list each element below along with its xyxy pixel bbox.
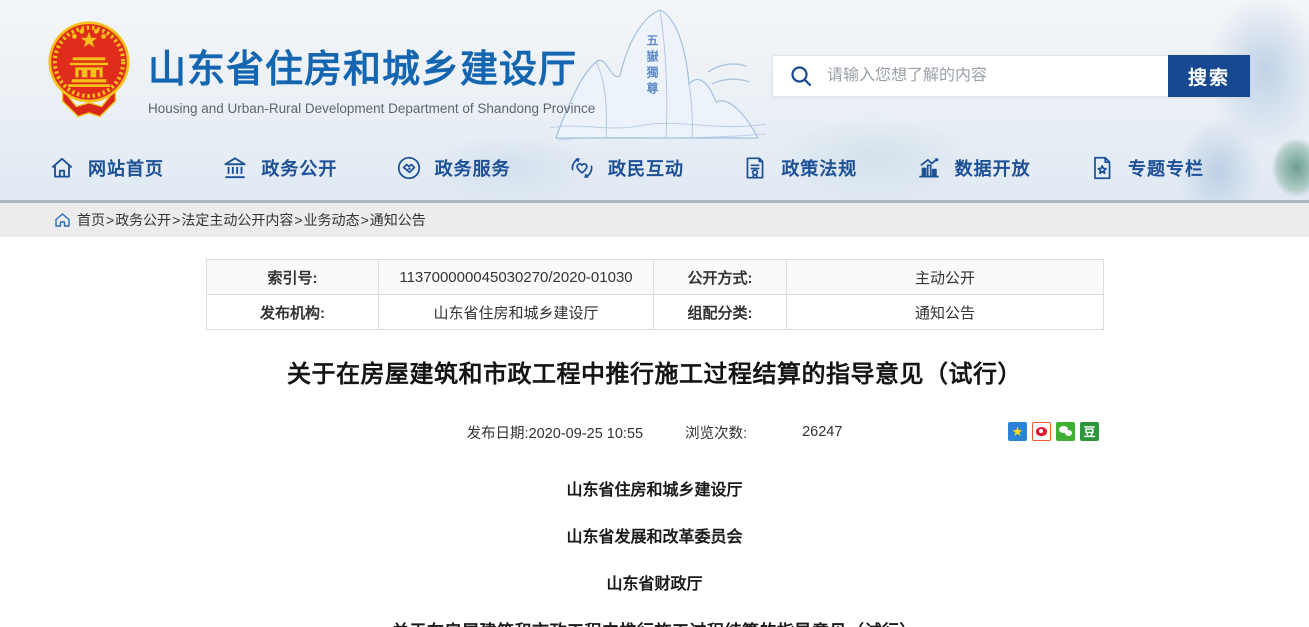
site-header: 五嶽獨尊 山东省住房和城乡建设厅 <box>0 0 1309 200</box>
disclosure-method-value: 主动公开 <box>787 260 1104 295</box>
issuing-agency-label: 发布机构: <box>207 295 379 330</box>
handshake-icon <box>395 154 423 182</box>
site-subtitle-english: Housing and Urban-Rural Development Depa… <box>148 101 595 116</box>
breadcrumb: 首页 > 政务公开 > 法定主动公开内容 > 业务动态 > 通知公告 <box>0 200 1309 237</box>
nav-item-open-data[interactable]: 数据开放 <box>915 154 1031 182</box>
weibo-eye-glyph <box>1036 427 1047 436</box>
article-title: 关于在房屋建筑和市政工程中推行施工过程结算的指导意见（试行） <box>206 354 1103 389</box>
document-info-table: 索引号: 113700000045030270/2020-01030 公开方式:… <box>206 259 1104 330</box>
article-meta-row: 发布日期:2020-09-25 10:55 浏览次数: 26247 ★ 豆 <box>206 421 1103 443</box>
issuing-agency-line-1: 山东省住房和城乡建设厅 <box>206 476 1103 500</box>
table-row: 发布机构: 山东省住房和城乡建设厅 组配分类: 通知公告 <box>207 295 1104 330</box>
breadcrumb-separator: > <box>106 212 114 228</box>
issuing-agency-line-2: 山东省发展和改革委员会 <box>206 523 1103 547</box>
category-label: 组配分类: <box>654 295 787 330</box>
bar-chart-icon <box>915 154 943 182</box>
views-label: 浏览次数: <box>685 422 747 443</box>
site-logo-block: 山东省住房和城乡建设厅 Housing and Urban-Rural Deve… <box>48 20 595 122</box>
article-body: 山东省住房和城乡建设厅 山东省发展和改革委员会 山东省财政厅 关于在房屋建筑和市… <box>206 476 1103 627</box>
breadcrumb-item-notices[interactable]: 通知公告 <box>370 210 426 230</box>
nav-item-gov-services[interactable]: 政务服务 <box>395 154 511 182</box>
nav-label: 政务服务 <box>435 155 511 181</box>
issuing-agency-line-3: 山东省财政厅 <box>206 570 1103 594</box>
document-title-line: 关于在房屋建筑和市政工程中推行施工过程结算的指导意见（试行） <box>206 617 1103 627</box>
site-title-block: 山东省住房和城乡建设厅 Housing and Urban-Rural Deve… <box>148 20 595 116</box>
index-number-label: 索引号: <box>207 260 379 295</box>
douban-share-icon[interactable]: 豆 <box>1080 422 1099 441</box>
nav-item-policies[interactable]: 政策法规 <box>741 154 857 182</box>
disclosure-method-label: 公开方式: <box>654 260 787 295</box>
views-count: 26247 <box>802 424 842 440</box>
table-row: 索引号: 113700000045030270/2020-01030 公开方式:… <box>207 260 1104 295</box>
breadcrumb-item-statutory-content[interactable]: 法定主动公开内容 <box>181 210 293 230</box>
index-number-value: 113700000045030270/2020-01030 <box>379 260 654 295</box>
nav-item-gov-disclosure[interactable]: 政务公开 <box>221 154 337 182</box>
search-icon <box>789 64 813 88</box>
nav-item-home[interactable]: 网站首页 <box>48 154 164 182</box>
nav-item-public-interaction[interactable]: 政民互动 <box>568 154 684 182</box>
qzone-share-icon[interactable]: ★ <box>1008 422 1027 441</box>
breadcrumb-separator: > <box>361 212 369 228</box>
nav-label: 网站首页 <box>88 155 164 181</box>
government-building-icon <box>221 154 249 182</box>
qzone-star-glyph: ★ <box>1012 425 1024 438</box>
mount-tai-inscription: 五嶽獨尊 <box>644 34 661 98</box>
document-seal-icon <box>741 154 769 182</box>
page-content: 索引号: 113700000045030270/2020-01030 公开方式:… <box>0 237 1309 627</box>
nav-label: 政务公开 <box>261 155 337 181</box>
publish-date: 发布日期:2020-09-25 10:55 <box>467 422 644 443</box>
home-icon <box>48 154 76 182</box>
search-input[interactable] <box>827 67 1168 85</box>
nav-item-special-topics[interactable]: 专题专栏 <box>1088 154 1204 182</box>
search-button[interactable]: 搜索 <box>1168 55 1250 97</box>
breadcrumb-home-icon <box>55 213 70 227</box>
share-bar: ★ 豆 <box>1008 422 1099 441</box>
breadcrumb-item-business-updates[interactable]: 业务动态 <box>304 210 360 230</box>
weibo-share-icon[interactable] <box>1032 422 1051 441</box>
heart-circle-icon <box>568 154 596 182</box>
wechat-bubble-glyph <box>1065 430 1072 436</box>
breadcrumb-item-gov-disclosure[interactable]: 政务公开 <box>115 210 171 230</box>
nav-label: 数据开放 <box>955 155 1031 181</box>
breadcrumb-separator: > <box>172 212 180 228</box>
category-value: 通知公告 <box>787 295 1104 330</box>
search-input-wrap <box>773 56 1168 96</box>
breadcrumb-item-home[interactable]: 首页 <box>77 210 105 230</box>
site-title: 山东省住房和城乡建设厅 <box>148 38 595 93</box>
site-search: 搜索 <box>772 55 1250 97</box>
issuing-agency-value: 山东省住房和城乡建设厅 <box>379 295 654 330</box>
breadcrumb-separator: > <box>294 212 302 228</box>
douban-glyph: 豆 <box>1083 426 1095 438</box>
nav-label: 政民互动 <box>608 155 684 181</box>
wechat-share-icon[interactable] <box>1056 422 1075 441</box>
nav-label: 专题专栏 <box>1128 155 1204 181</box>
main-nav: 网站首页 政务公开 政务服务 政民互动 <box>0 135 1309 200</box>
nav-label: 政策法规 <box>781 155 857 181</box>
national-emblem-logo <box>48 20 130 122</box>
star-page-icon <box>1088 154 1116 182</box>
